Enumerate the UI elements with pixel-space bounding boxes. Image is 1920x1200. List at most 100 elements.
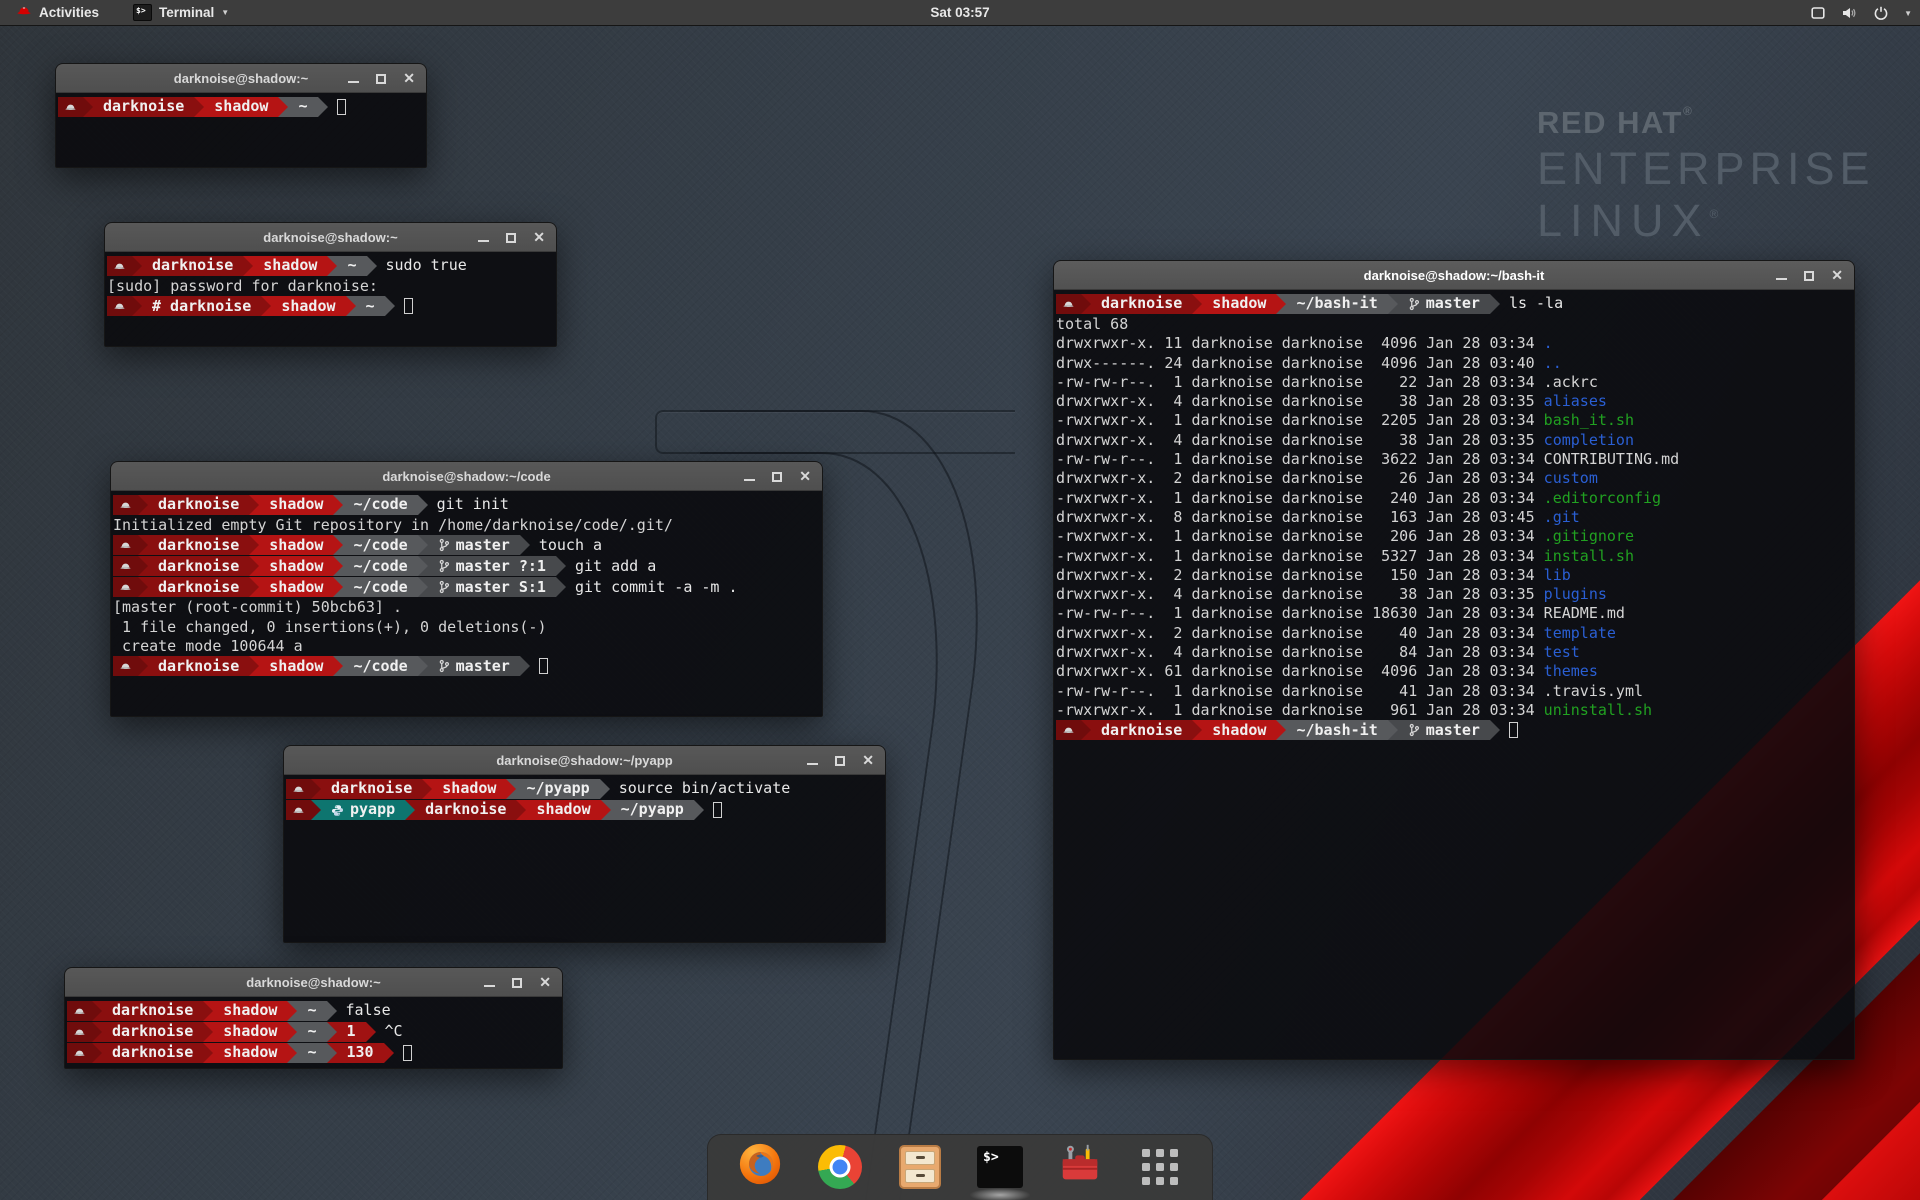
terminal-body[interactable]: darknoiseshadow~/pyappsource bin/activat… [284, 775, 885, 825]
maximize-button[interactable] [376, 74, 386, 84]
close-button[interactable]: ✕ [1831, 261, 1843, 290]
prompt-segment-user: darknoise [148, 656, 249, 676]
dock-item-files[interactable] [896, 1143, 944, 1191]
minimize-button[interactable] [348, 74, 359, 83]
terminal-body[interactable]: darknoiseshadow~/bash-itmasterls -latota… [1054, 290, 1854, 745]
terminal-window-pyapp[interactable]: darknoise@shadow:~/pyapp ✕ darknoiseshad… [283, 745, 886, 943]
command-text: git commit -a -m . [575, 577, 738, 597]
file-row: drwxrwxr-x. 2 darknoise darknoise 150 Ja… [1056, 566, 1852, 585]
prompt-segment-git: master S:1 [428, 577, 556, 597]
terminal-body[interactable]: darknoiseshadow~/codegit initInitialized… [111, 491, 822, 681]
prompt-segment-icon [67, 1043, 92, 1063]
maximize-button[interactable] [506, 233, 516, 243]
powerline-arrow [694, 800, 704, 820]
command-text: git init [437, 495, 509, 515]
terminal-body[interactable]: darknoiseshadow~falsedarknoiseshadow~1^C… [65, 997, 562, 1068]
window-titlebar[interactable]: darknoise@shadow:~ ✕ [65, 968, 562, 997]
powerline-arrow [311, 800, 321, 820]
file-name: bash_it.sh [1544, 411, 1634, 429]
powerline-arrow [1490, 294, 1500, 314]
file-meta: drwxrwxr-x. 2 darknoise darknoise 26 Jan… [1056, 469, 1544, 487]
prompt-segment-path: ~ [337, 256, 366, 276]
powerline-arrow [327, 1001, 337, 1021]
minimize-button[interactable] [744, 472, 755, 481]
minimize-button[interactable] [484, 978, 495, 987]
prompt-segment-host: shadow [526, 800, 600, 820]
file-meta: -rwxrwxr-x. 1 darknoise darknoise 2205 J… [1056, 411, 1544, 429]
powerline-arrow [249, 577, 259, 597]
powerline-arrow [418, 577, 428, 597]
minimize-button[interactable] [478, 233, 489, 242]
close-button[interactable]: ✕ [539, 968, 551, 997]
activities-button[interactable]: Activities [10, 0, 105, 26]
activities-label: Activities [39, 5, 99, 20]
prompt-line: darknoiseshadow~/codemaster ?:1git add a [113, 556, 820, 576]
clock[interactable]: Sat 03:57 [930, 0, 989, 26]
command-text: ls -la [1509, 294, 1563, 314]
window-titlebar[interactable]: darknoise@shadow:~ ✕ [56, 64, 426, 93]
terminal-window-home-2[interactable]: darknoise@shadow:~ ✕ darknoiseshadow~fal… [64, 967, 563, 1069]
dock-item-chrome[interactable] [816, 1143, 864, 1191]
redhat-icon [292, 783, 305, 796]
prompt-segment-host: shadow [432, 779, 506, 799]
close-button[interactable]: ✕ [799, 462, 811, 491]
screen-icon[interactable] [1810, 5, 1826, 21]
dock: $> [707, 1134, 1213, 1200]
terminal-window-home-1[interactable]: darknoise@shadow:~ ✕ darknoiseshadow~ [55, 63, 427, 168]
redhat-icon [64, 101, 77, 114]
window-titlebar[interactable]: darknoise@shadow:~ ✕ [105, 223, 556, 252]
app-menu-terminal[interactable]: $> Terminal ▼ [127, 0, 235, 26]
maximize-button[interactable] [512, 978, 522, 988]
maximize-button[interactable] [1804, 271, 1814, 281]
prompt-segment-host: shadow [259, 495, 333, 515]
volume-icon[interactable] [1841, 5, 1858, 21]
file-row: drwxrwxr-x. 2 darknoise darknoise 26 Jan… [1056, 469, 1852, 488]
close-button[interactable]: ✕ [533, 223, 545, 252]
minimize-button[interactable] [807, 756, 818, 765]
powerline-arrow [418, 535, 428, 555]
close-button[interactable]: ✕ [403, 64, 415, 93]
redhat-icon [73, 1047, 86, 1060]
prompt-segment-path: ~/code [343, 556, 417, 576]
terminal-window-sudo[interactable]: darknoise@shadow:~ ✕ darknoiseshadow~sud… [104, 222, 557, 347]
powerline-arrow [405, 800, 415, 820]
window-title: darknoise@shadow:~/pyapp [496, 753, 672, 768]
file-row: -rwxrwxr-x. 1 darknoise darknoise 206 Ja… [1056, 527, 1852, 546]
prompt-segment-exit: 130 [337, 1043, 384, 1063]
powerline-arrow [520, 535, 530, 555]
minimize-button[interactable] [1776, 271, 1787, 280]
maximize-button[interactable] [835, 756, 845, 766]
window-titlebar[interactable]: darknoise@shadow:~/pyapp ✕ [284, 746, 885, 775]
powerline-arrow [333, 656, 343, 676]
terminal-window-bash-it[interactable]: darknoise@shadow:~/bash-it ✕ darknoisesh… [1053, 260, 1855, 1060]
prompt-line: darknoiseshadow~sudo true [107, 256, 554, 276]
window-titlebar[interactable]: darknoise@shadow:~/code ✕ [111, 462, 822, 491]
terminal-body[interactable]: darknoiseshadow~ [56, 93, 426, 122]
prompt-segment-exit: 1 [337, 1022, 366, 1042]
prompt-segment-user: darknoise [148, 556, 249, 576]
window-titlebar[interactable]: darknoise@shadow:~/bash-it ✕ [1054, 261, 1854, 290]
power-icon[interactable] [1873, 5, 1889, 21]
dock-item-toolbox[interactable] [1056, 1143, 1104, 1191]
file-row: -rw-rw-r--. 1 darknoise darknoise 22 Jan… [1056, 373, 1852, 392]
file-row: drwxrwxr-x. 2 darknoise darknoise 40 Jan… [1056, 624, 1852, 643]
terminal-body[interactable]: darknoiseshadow~sudo true[sudo] password… [105, 252, 556, 321]
chevron-down-icon[interactable]: ▼ [1904, 9, 1912, 18]
dock-item-app-grid[interactable] [1136, 1143, 1184, 1191]
file-row: -rw-rw-r--. 1 darknoise darknoise 3622 J… [1056, 450, 1852, 469]
powerline-arrow [92, 1001, 102, 1021]
command-text: sudo true [386, 256, 467, 276]
firefox-icon [737, 1141, 783, 1192]
maximize-button[interactable] [772, 472, 782, 482]
powerline-arrow [385, 296, 395, 316]
top-bar: Activities $> Terminal ▼ Sat 03:57 ▼ [0, 0, 1920, 26]
dock-item-firefox[interactable] [736, 1143, 784, 1191]
dock-item-terminal[interactable]: $> [976, 1143, 1024, 1191]
prompt-line: darknoiseshadow~/codemaster S:1git commi… [113, 577, 820, 597]
file-name: install.sh [1544, 547, 1634, 565]
terminal-window-code[interactable]: darknoise@shadow:~/code ✕ darknoiseshado… [110, 461, 823, 717]
prompt-segment-user: darknoise [1091, 294, 1192, 314]
close-button[interactable]: ✕ [862, 746, 874, 775]
git-branch-icon [438, 580, 450, 594]
file-name: README.md [1544, 604, 1625, 622]
